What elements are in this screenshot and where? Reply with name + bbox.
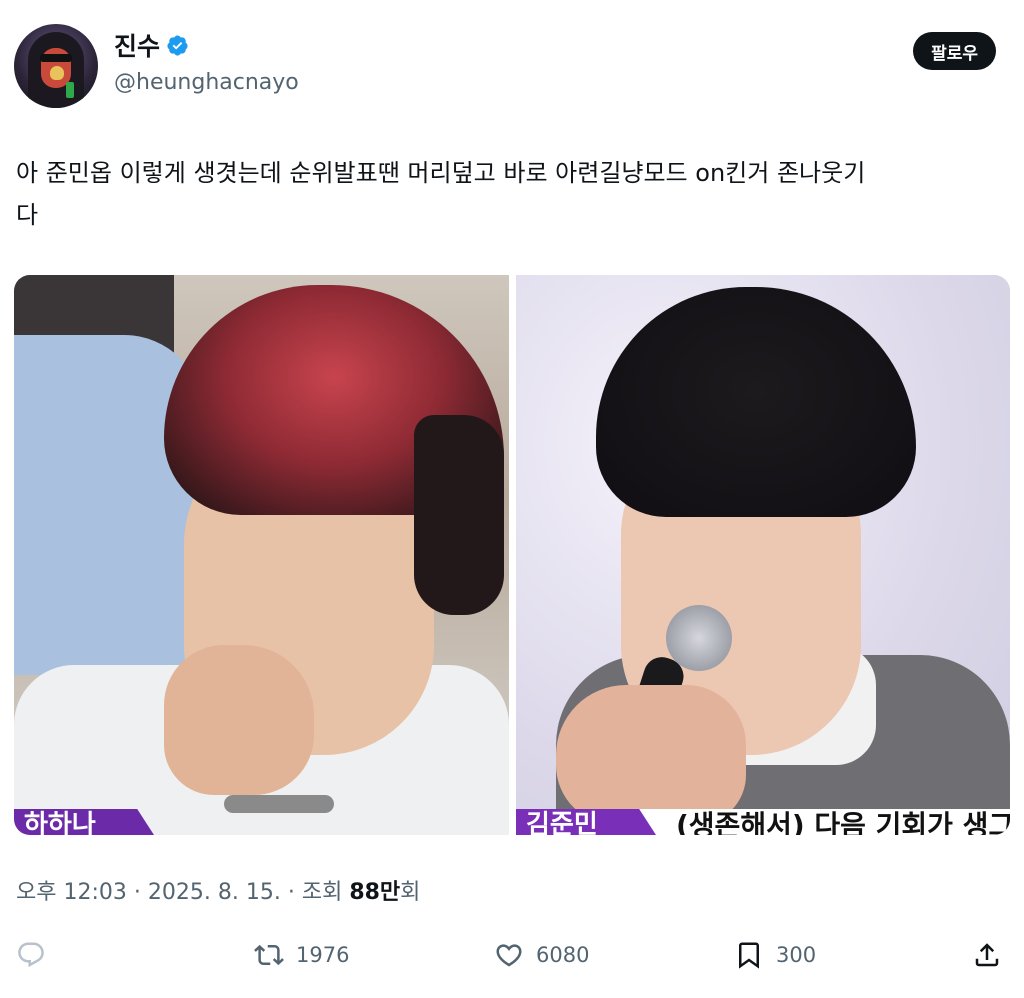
media-grid: 하하나 김준민 (생존해서) 다음 기회가 생그 [14, 275, 1010, 835]
reply-button[interactable] [16, 934, 46, 976]
tweet-date[interactable]: 2025. 8. 15. [148, 880, 281, 905]
display-name-row: 진수 [114, 28, 299, 62]
tweet-text: 아 준민옵 이렇게 생겻는데 순위발표땐 머리덮고 바로 아련길냥모드 on킨거… [16, 152, 1006, 236]
avatar-bottle [66, 82, 74, 98]
views-count: 88만 [349, 880, 401, 905]
avatar[interactable] [14, 24, 98, 108]
photo-left[interactable]: 하하나 [14, 275, 509, 835]
caption-text-right: (생존해서) 다음 기회가 생그 [676, 809, 1010, 836]
share-button[interactable] [972, 934, 1002, 976]
avatar-beak [50, 66, 64, 80]
retweet-icon [254, 944, 284, 966]
hand-holding-mic [556, 685, 746, 825]
verified-badge-icon [167, 34, 188, 56]
bookmark-count: 300 [776, 943, 817, 967]
meta-separator: · [287, 880, 295, 905]
like-count: 6080 [536, 943, 590, 967]
like-button[interactable]: 6080 [494, 934, 589, 976]
caption-name-right: 김준민 [526, 810, 598, 835]
views-label: 조회 [301, 880, 343, 905]
action-bar: 1976 6080 300 [14, 934, 1010, 976]
bookmark-icon [739, 942, 759, 969]
author-names: 진수 @heunghacnayo [114, 28, 299, 95]
tweet-header: 진수 @heunghacnayo 팔로우 [14, 22, 1010, 112]
hand-with-rings [164, 645, 314, 795]
views-suffix: 회 [400, 880, 421, 905]
retweet-count: 1976 [296, 943, 350, 967]
reply-icon [18, 942, 44, 968]
tweet-time[interactable]: 오후 12:03 [16, 880, 127, 905]
heart-icon [496, 944, 522, 967]
share-icon [975, 943, 999, 967]
hair-side [414, 415, 504, 615]
meta-separator: · [133, 880, 141, 905]
chain-necklace [224, 795, 334, 813]
bookmark-button[interactable]: 300 [734, 934, 816, 976]
avatar-glasses [40, 54, 72, 62]
microphone-head [666, 605, 732, 671]
author-handle[interactable]: @heunghacnayo [114, 70, 299, 95]
caption-name-left: 하하나 [24, 810, 96, 835]
display-name[interactable]: 진수 [114, 27, 160, 63]
tweet-text-line: 아 준민옵 이렇게 생겻는데 순위발표땐 머리덮고 바로 아련길냥모드 on킨거… [16, 159, 866, 187]
tweet-text-line: 다 [16, 201, 39, 229]
retweet-button[interactable]: 1976 [254, 934, 349, 976]
tweet-meta: 오후 12:03 · 2025. 8. 15. · 조회 88만회 [16, 874, 420, 906]
photo-right[interactable]: 김준민 (생존해서) 다음 기회가 생그 [516, 275, 1010, 835]
follow-button[interactable]: 팔로우 [913, 32, 996, 70]
